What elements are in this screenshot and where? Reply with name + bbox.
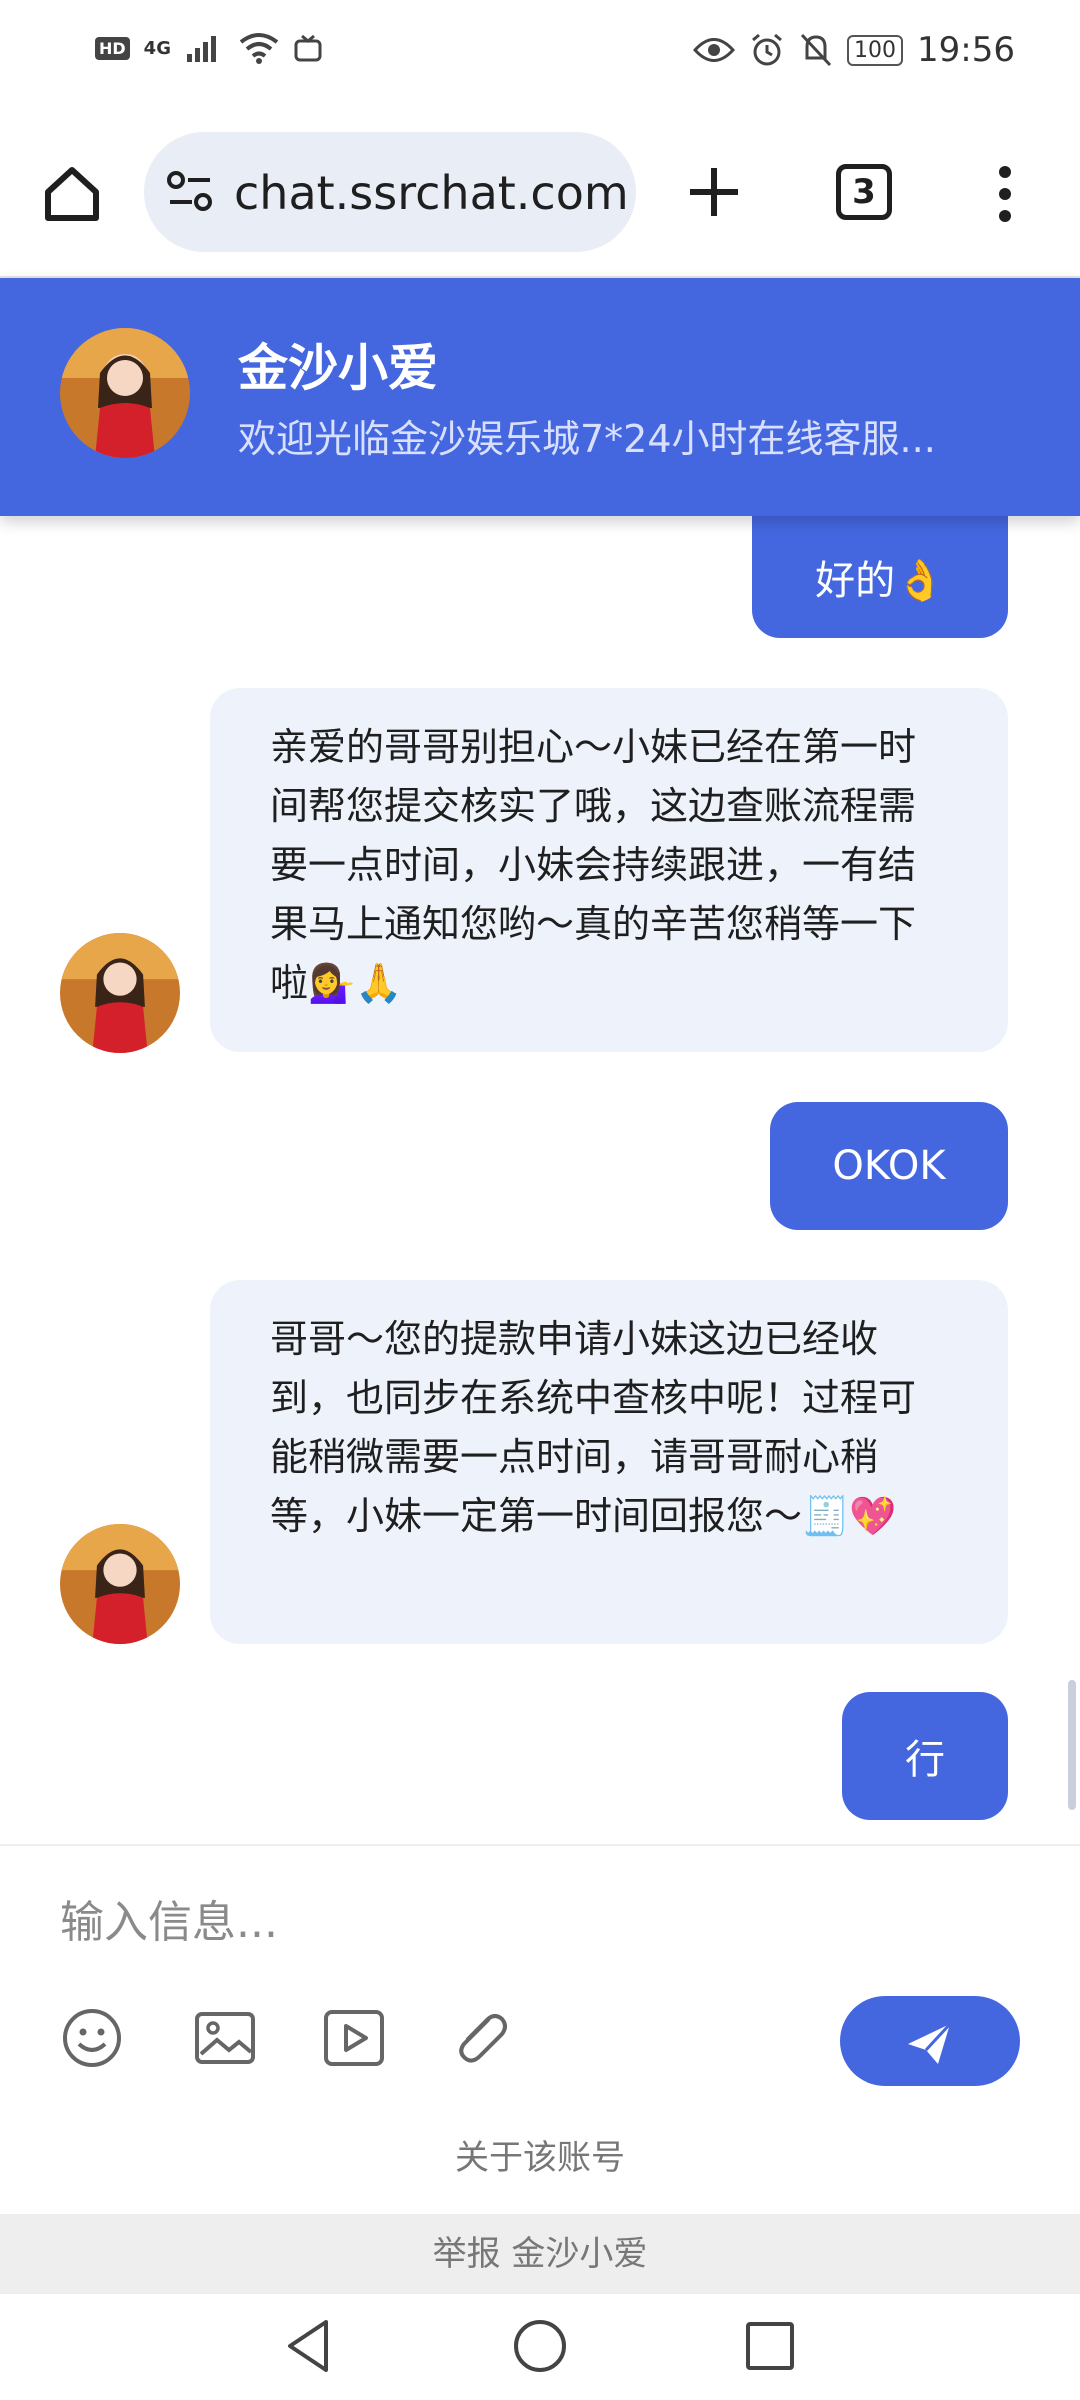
emoji-icon[interactable] <box>60 2006 124 2070</box>
wifi-icon <box>239 33 279 64</box>
home-icon[interactable] <box>40 162 104 226</box>
status-bar: HD 4G 100 19:56 <box>0 0 1080 110</box>
video-icon[interactable] <box>322 2006 386 2070</box>
agent-avatar[interactable] <box>60 328 190 458</box>
outgoing-message: OKOK <box>770 1102 1008 1230</box>
message-text: 好的👌 <box>815 558 945 604</box>
scrollbar[interactable] <box>1068 1680 1076 1810</box>
attachment-icon[interactable] <box>448 2006 512 2070</box>
system-nav-bar <box>0 2294 1080 2400</box>
url-text[interactable]: chat.ssrchat.com <box>234 166 629 220</box>
image-icon[interactable] <box>193 2006 257 2070</box>
tab-count-button[interactable]: 3 <box>836 164 892 220</box>
message-text: 亲爱的哥哥别担心～小妹已经在第一时间帮您提交核实了哦，这边查账流程需要一点时间，… <box>270 725 917 1005</box>
status-right: 100 19:56 <box>693 30 1015 70</box>
chat-subtitle: 欢迎光临金沙娱乐城7*24小时在线客服... <box>238 417 936 461</box>
signal-icon <box>186 36 216 62</box>
alarm-icon <box>752 33 782 66</box>
tv-icon <box>294 34 322 62</box>
outgoing-message: 行 <box>842 1692 1008 1820</box>
send-icon <box>908 2022 952 2064</box>
agent-avatar[interactable] <box>60 933 180 1053</box>
battery-level: 100 <box>847 34 904 66</box>
address-bar[interactable]: chat.ssrchat.com <box>144 132 636 252</box>
more-menu-icon[interactable] <box>990 162 1020 226</box>
incoming-message: 哥哥～您的提款申请小妹这边已经收到，也同步在系统中查核中呢！过程可能稍微需要一点… <box>210 1280 1008 1644</box>
hd-badge: HD <box>95 36 130 60</box>
about-account-link[interactable]: 关于该账号 <box>0 2130 1080 2179</box>
send-button[interactable] <box>840 1996 1020 2086</box>
outgoing-message: 好的👌 <box>752 516 1008 638</box>
message-text: 行 <box>905 1737 945 1783</box>
back-icon[interactable] <box>280 2316 340 2376</box>
incoming-message: 亲爱的哥哥别担心～小妹已经在第一时间帮您提交核实了哦，这边查账流程需要一点时间，… <box>210 688 1008 1052</box>
recents-icon[interactable] <box>740 2316 800 2376</box>
site-settings-icon[interactable] <box>166 170 214 214</box>
clock: 19:56 <box>917 30 1015 70</box>
message-text: 哥哥～您的提款申请小妹这边已经收到，也同步在系统中查核中呢！过程可能稍微需要一点… <box>270 1317 917 1538</box>
network-type: 4G <box>143 37 171 59</box>
new-tab-icon[interactable] <box>686 164 742 220</box>
chat-title: 金沙小爱 <box>238 339 438 397</box>
agent-avatar[interactable] <box>60 1524 180 1644</box>
mute-bell-icon <box>800 33 832 67</box>
status-left: HD 4G <box>95 32 323 64</box>
eye-icon <box>693 38 736 62</box>
chat-header: 金沙小爱 欢迎光临金沙娱乐城7*24小时在线客服... <box>0 278 1080 516</box>
report-link[interactable]: 举报 金沙小爱 <box>0 2214 1080 2294</box>
browser-toolbar: chat.ssrchat.com 3 <box>0 110 1080 278</box>
message-list[interactable]: 好的👌 亲爱的哥哥别担心～小妹已经在第一时间帮您提交核实了哦，这边查账流程需要一… <box>0 516 1080 1844</box>
message-text: OKOK <box>832 1143 946 1189</box>
home-nav-icon[interactable] <box>510 2316 570 2376</box>
message-input[interactable] <box>60 1882 1020 1962</box>
